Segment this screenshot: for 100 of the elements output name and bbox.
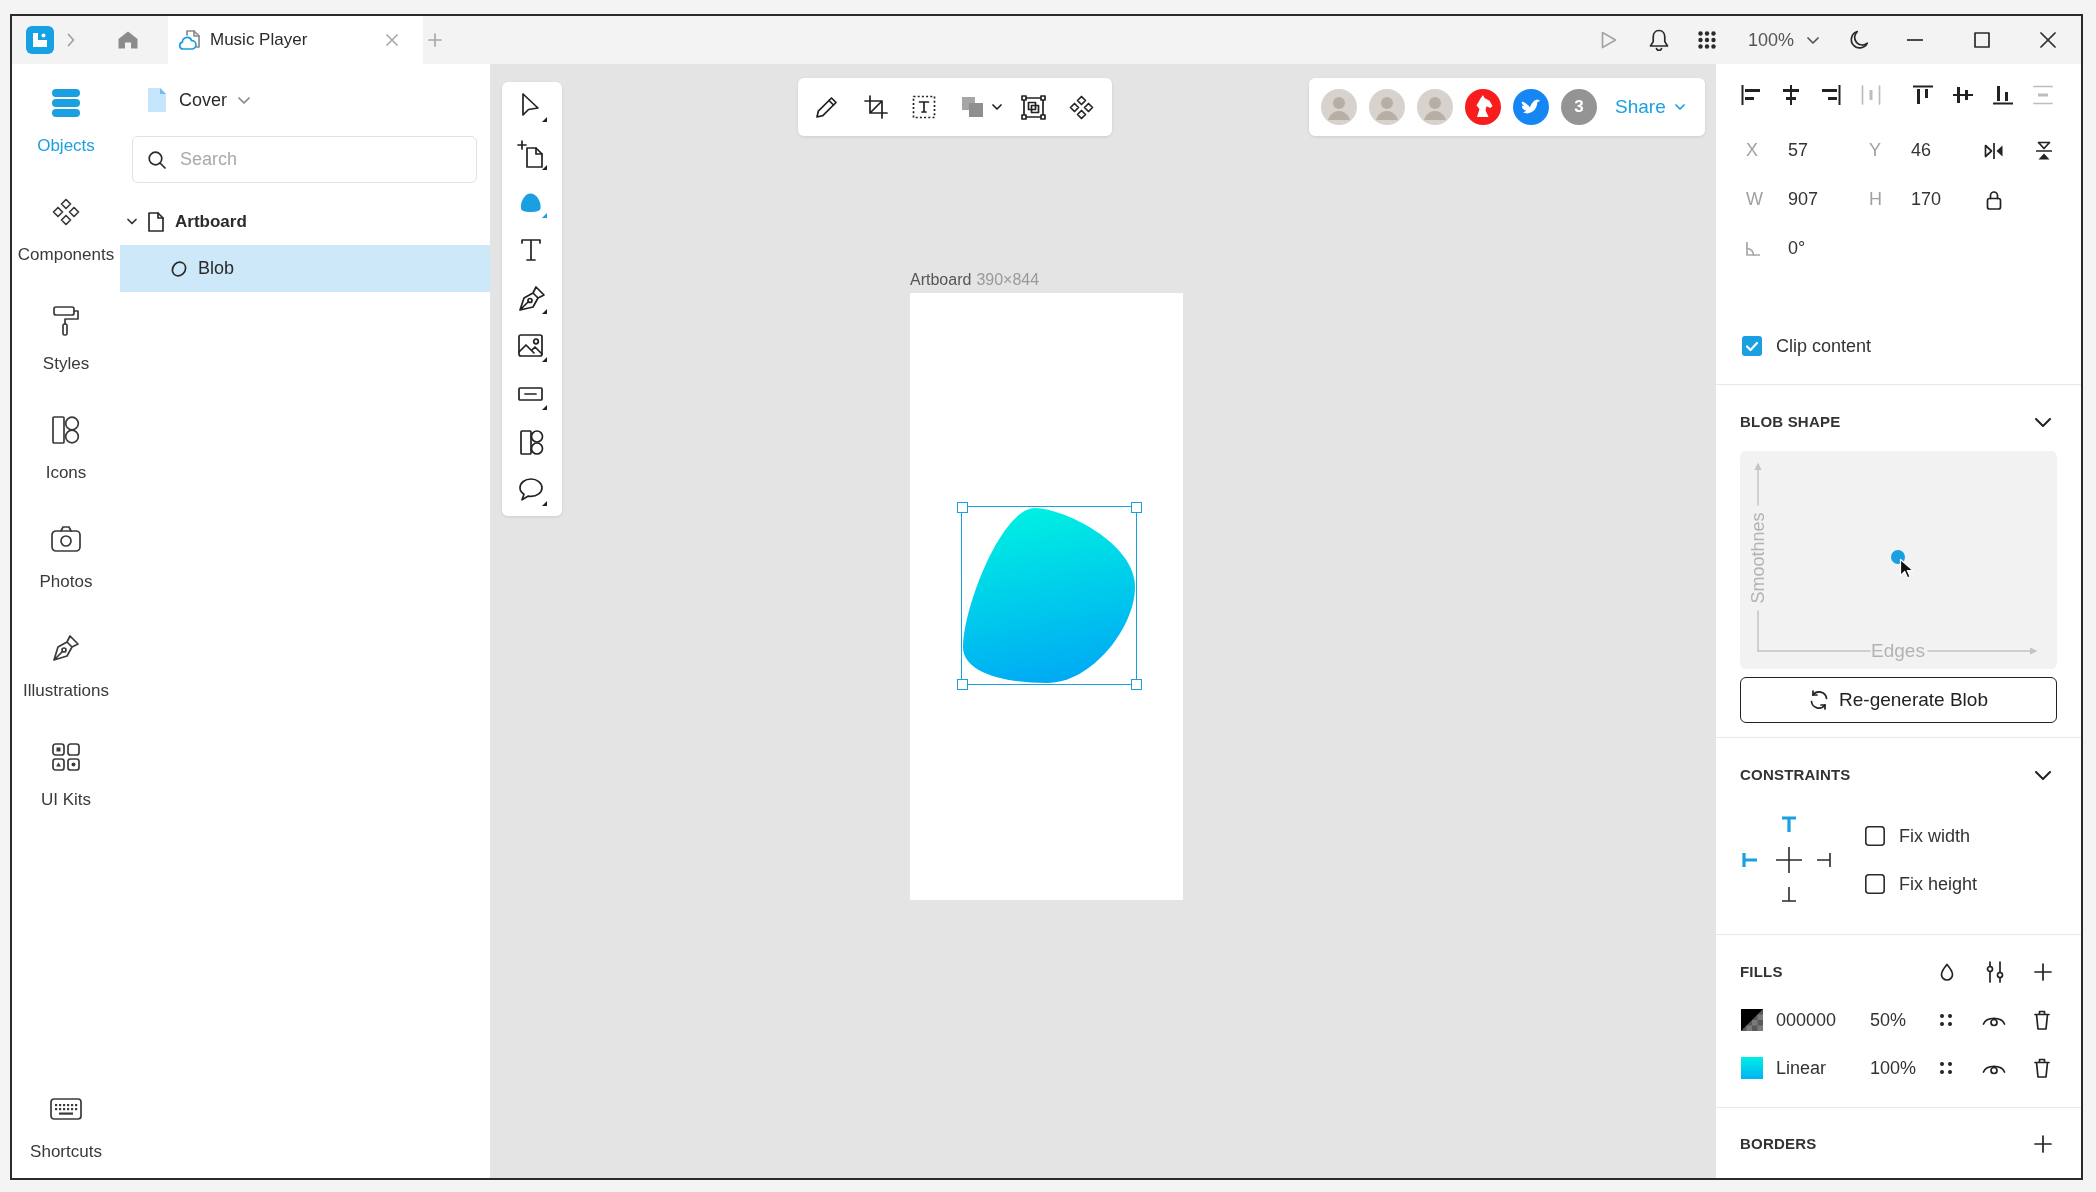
top-constraint-pin[interactable] <box>1780 816 1798 834</box>
flip-vertical-icon[interactable] <box>2036 140 2052 161</box>
home-icon[interactable] <box>118 31 138 49</box>
angle-icon <box>1746 241 1760 256</box>
resize-handle[interactable] <box>1130 678 1142 690</box>
artboard-name: Artboard <box>910 271 972 288</box>
artboard-plus-icon[interactable] <box>517 140 547 170</box>
speech-bubble-icon[interactable] <box>517 476 547 506</box>
resize-handle[interactable] <box>956 501 968 513</box>
caret-icon <box>1807 36 1819 44</box>
lock-icon[interactable] <box>1986 189 2002 210</box>
fill-value-input[interactable]: 000000 <box>1776 1008 1870 1032</box>
document-icon <box>148 88 166 112</box>
number-input[interactable]: 46 <box>1911 139 1932 162</box>
zoom-dropdown[interactable]: 100% <box>1747 28 1819 52</box>
dots-grid-icon[interactable] <box>1940 1062 1952 1074</box>
camera-icon <box>51 526 81 552</box>
file-tab[interactable]: Music Player <box>168 16 423 64</box>
nav-item[interactable]: Illustrations <box>12 609 120 718</box>
blob-outline-icon <box>171 260 187 277</box>
page-selector[interactable]: Cover <box>148 82 250 118</box>
caret-icon[interactable] <box>127 218 137 225</box>
paint-roller-icon <box>53 306 79 336</box>
page-icon <box>148 211 164 232</box>
number-input[interactable]: 57 <box>1788 139 1809 162</box>
fill-value-input[interactable]: Linear <box>1776 1056 1870 1080</box>
align-top-icon[interactable] <box>1913 85 1933 105</box>
chevron-down-icon[interactable] <box>2035 417 2051 427</box>
section-title: CONSTRAINTS <box>1740 765 1851 785</box>
plus-icon[interactable] <box>2034 1135 2052 1153</box>
align-horizontal-center-icon[interactable] <box>1781 85 1801 105</box>
pen-nib-icon[interactable] <box>517 284 547 314</box>
components-icon <box>52 198 80 226</box>
sliders-icon[interactable] <box>1985 961 2005 983</box>
number-input[interactable]: 907 <box>1788 188 1819 211</box>
nav-item[interactable]: Components <box>12 173 120 282</box>
resize-handle[interactable] <box>956 678 968 690</box>
checkbox-label: Fix width <box>1899 824 1970 848</box>
field-label: X <box>1746 139 1758 162</box>
checkbox-label: Fix height <box>1899 872 1978 896</box>
align-bottom-icon[interactable] <box>1993 85 2013 105</box>
axis-label: Edges <box>1871 639 1925 663</box>
align-right-icon[interactable] <box>1821 85 1841 105</box>
pencil-icon[interactable] <box>814 94 840 120</box>
text-frame-icon[interactable] <box>912 95 936 119</box>
search-field[interactable]: Search <box>132 136 477 183</box>
close-icon[interactable] <box>2040 32 2056 48</box>
layer-row[interactable]: Artboard <box>120 198 490 245</box>
bottom-constraint-pin[interactable] <box>1781 886 1797 902</box>
maximize-icon[interactable] <box>1974 32 1990 48</box>
chevron-down-icon[interactable] <box>2035 770 2051 780</box>
right-constraint-pin[interactable] <box>1816 852 1831 868</box>
keyboard-icon <box>50 1098 82 1120</box>
app-logo-icon[interactable] <box>26 26 54 54</box>
dot-grid-icon[interactable] <box>1697 31 1716 49</box>
moon-icon[interactable] <box>1849 30 1869 50</box>
mouse-pointer-icon <box>1899 558 1915 580</box>
checkbox[interactable] <box>1865 874 1885 894</box>
caret-icon <box>1674 104 1685 110</box>
nav-item[interactable]: UI Kits <box>12 718 120 827</box>
search-icon <box>148 150 166 169</box>
trash-icon[interactable] <box>2034 1058 2050 1078</box>
align-left-icon[interactable] <box>1741 85 1761 105</box>
color-swatch[interactable] <box>1741 1009 1763 1031</box>
droplet-icon[interactable] <box>1940 963 1954 981</box>
nav-item[interactable]: Icons <box>12 391 120 500</box>
gradient-swatch[interactable] <box>1741 1057 1763 1079</box>
flip-horizontal-icon[interactable] <box>1984 142 2004 159</box>
cloud-file-icon <box>178 30 200 50</box>
resize-handle[interactable] <box>1130 501 1142 513</box>
checkbox[interactable] <box>1865 826 1885 846</box>
number-input[interactable]: 0° <box>1788 237 1806 260</box>
bird-logo-icon[interactable] <box>1513 89 1549 125</box>
overlapping-squares-icon[interactable] <box>962 97 984 117</box>
regenerate-button[interactable]: Re-generate Blob <box>1740 677 2057 723</box>
plus-icon[interactable] <box>2034 963 2052 981</box>
crop-icon[interactable] <box>864 95 888 119</box>
section-title: BLOB SHAPE <box>1740 412 1841 432</box>
number-input[interactable]: 170 <box>1911 188 1942 211</box>
nav-item[interactable]: Photos <box>12 500 120 609</box>
checkbox[interactable] <box>1742 336 1762 356</box>
dots-grid-icon[interactable] <box>1940 1014 1952 1026</box>
components-icon[interactable] <box>1069 94 1094 120</box>
opacity-input[interactable]: 50% <box>1870 1008 1936 1032</box>
trash-icon[interactable] <box>2034 1010 2050 1030</box>
align-vertical-center-icon[interactable] <box>1953 85 1973 105</box>
refresh-icon <box>1809 690 1830 710</box>
shape-handle[interactable] <box>1891 550 1905 564</box>
frame-icon[interactable] <box>1021 94 1046 120</box>
center-cross-icon <box>1775 846 1803 874</box>
bell-icon[interactable] <box>1648 29 1669 51</box>
axis-label: Smoothnes <box>1746 512 1769 604</box>
horse-logo-icon[interactable] <box>1465 89 1501 125</box>
image-icon[interactable] <box>517 332 547 362</box>
left-constraint-pin[interactable] <box>1742 851 1759 869</box>
opacity-input[interactable]: 100% <box>1870 1056 1936 1080</box>
layer-row[interactable]: Blob <box>120 245 490 292</box>
nav-item[interactable]: Styles <box>12 282 120 391</box>
nav-item[interactable]: Shortcuts <box>12 1083 120 1178</box>
caret-icon[interactable] <box>992 104 1002 110</box>
